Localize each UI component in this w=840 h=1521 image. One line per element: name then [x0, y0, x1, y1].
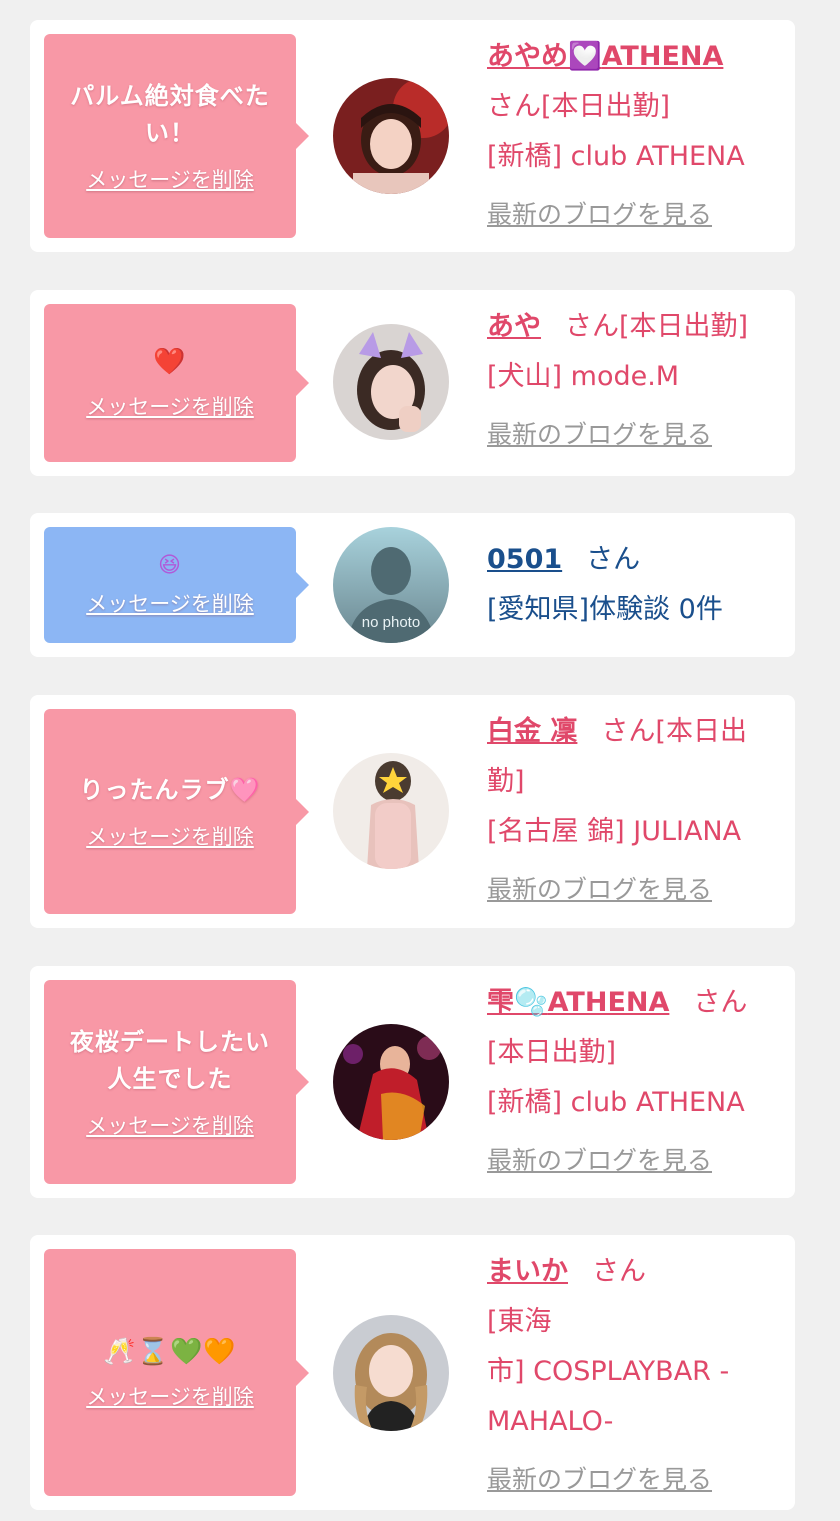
message-card: 😆 メッセージを削除 no photo 0501 さん [愛知県]体験談 0件	[30, 513, 795, 657]
profile-name-link[interactable]: 雫🫧ATHENA	[487, 987, 669, 1018]
bubbles-icon: 🫧	[514, 987, 548, 1018]
latest-blog-link[interactable]: 最新のブログを見る	[487, 1455, 712, 1505]
shop-text-line1: [東海	[487, 1306, 552, 1337]
profile-info: 雫🫧ATHENA さん [本日出勤] [新橋] club ATHENA 最新のブロ…	[487, 978, 787, 1186]
avatar[interactable]	[333, 78, 449, 194]
san-text: さん	[592, 1256, 646, 1287]
delete-message-link[interactable]: メッセージを削除	[86, 1110, 254, 1140]
message-text: ❤️	[153, 347, 187, 377]
message-text: りったんラブ🩷	[79, 776, 261, 804]
message-text: パルム絶対食べたい！	[70, 82, 270, 147]
message-card: りったんラブ🩷 メッセージを削除 白金 凜さん[本日出 勤] [名古屋 錦] J…	[30, 695, 795, 928]
profile-info: 0501 さん [愛知県]体験談 0件	[487, 535, 787, 635]
message-text-line1: 夜桜デートしたい	[70, 1028, 270, 1056]
avatar[interactable]	[333, 1315, 449, 1431]
avatar[interactable]	[333, 1024, 449, 1140]
message-text: 😆	[158, 553, 182, 578]
message-card: ❤️ メッセージを削除 あや さん[本日出勤] [犬山] mode.M 最新のブロ…	[30, 290, 795, 476]
shop-text: [犬山] mode.M	[487, 361, 680, 392]
avatar-photo	[333, 324, 449, 440]
message-bubble: 🥂⌛💚🧡 メッセージを削除	[44, 1249, 309, 1496]
heart-decoration-icon: 💟	[568, 41, 602, 72]
status-text: さん[本日出勤]	[565, 311, 749, 342]
avatar-photo	[333, 1024, 449, 1140]
san-text: さん	[693, 987, 748, 1018]
shop-text: [名古屋 錦] JULIANA	[487, 816, 742, 847]
message-bubble: パルム絶対食べたい！ メッセージを削除	[44, 34, 309, 238]
latest-blog-link[interactable]: 最新のブログを見る	[487, 410, 712, 460]
avatar-photo	[333, 753, 449, 869]
message-card: 🥂⌛💚🧡 メッセージを削除 まいか さん [東海 市] COSPLAYBAR - …	[30, 1235, 795, 1510]
latest-blog-link[interactable]: 最新のブログを見る	[487, 1136, 712, 1186]
status-text: さん[本日出勤]	[487, 91, 671, 122]
profile-name-link[interactable]: 白金 凜	[487, 716, 577, 747]
avatar-photo	[333, 1315, 449, 1431]
shop-text-line3: MAHALO-	[487, 1406, 614, 1437]
shop-text: [新橋] club ATHENA	[487, 1087, 745, 1118]
status-text: さん[本日出	[601, 716, 747, 747]
review-text: [愛知県]体験談 0件	[487, 594, 723, 625]
avatar[interactable]	[333, 753, 449, 869]
profile-info: あや さん[本日出勤] [犬山] mode.M 最新のブログを見る	[487, 302, 787, 460]
avatar[interactable]	[333, 324, 449, 440]
delete-message-link[interactable]: メッセージを削除	[86, 821, 254, 851]
profile-info: 白金 凜さん[本日出 勤] [名古屋 錦] JULIANA 最新のブログを見る	[487, 707, 787, 915]
name-suffix: ATHENA	[601, 41, 724, 72]
name-text: あやめ	[487, 41, 568, 72]
no-photo-label: no photo	[362, 614, 420, 631]
delete-message-link[interactable]: メッセージを削除	[86, 164, 254, 194]
message-bubble: 夜桜デートしたい 人生でした メッセージを削除	[44, 980, 309, 1184]
message-text-line2: 人生でした	[107, 1065, 233, 1093]
delete-message-link[interactable]: メッセージを削除	[86, 1381, 254, 1411]
message-bubble: ❤️ メッセージを削除	[44, 304, 309, 462]
no-photo-avatar: no photo	[333, 527, 449, 643]
message-card: 夜桜デートしたい 人生でした メッセージを削除 雫🫧ATHENA さん [本日出勤…	[30, 966, 795, 1198]
profile-name-link[interactable]: あや	[487, 311, 541, 342]
san-text: さん	[586, 544, 641, 575]
profile-info: あやめ💟ATHENA さん[本日出勤] [新橋] club ATHENA 最新の…	[487, 32, 787, 240]
profile-name-link[interactable]: まいか	[487, 1256, 568, 1287]
shop-text-line2: 市] COSPLAYBAR -	[487, 1356, 730, 1387]
status-text-cont: 勤]	[487, 766, 525, 797]
profile-name-link[interactable]: あやめ💟ATHENA	[487, 41, 723, 72]
status-text: [本日出勤]	[487, 1037, 617, 1068]
message-bubble: 😆 メッセージを削除	[44, 527, 309, 643]
avatar-photo	[333, 78, 449, 194]
latest-blog-link[interactable]: 最新のブログを見る	[487, 190, 712, 240]
shop-text: [新橋] club ATHENA	[487, 141, 745, 172]
name-text: 雫	[487, 987, 514, 1018]
delete-message-link[interactable]: メッセージを削除	[86, 588, 254, 618]
avatar[interactable]: no photo	[333, 527, 449, 643]
message-card: パルム絶対食べたい！ メッセージを削除 あやめ💟ATHENA さん[本日出勤] …	[30, 20, 795, 252]
message-bubble: りったんラブ🩷 メッセージを削除	[44, 709, 309, 914]
message-text: 🥂⌛💚🧡	[103, 1336, 237, 1367]
profile-info: まいか さん [東海 市] COSPLAYBAR - MAHALO- 最新のブログ…	[487, 1247, 787, 1505]
delete-message-link[interactable]: メッセージを削除	[86, 391, 254, 421]
profile-name-link[interactable]: 0501	[487, 544, 562, 575]
latest-blog-link[interactable]: 最新のブログを見る	[487, 865, 712, 915]
name-suffix: ATHENA	[547, 987, 670, 1018]
